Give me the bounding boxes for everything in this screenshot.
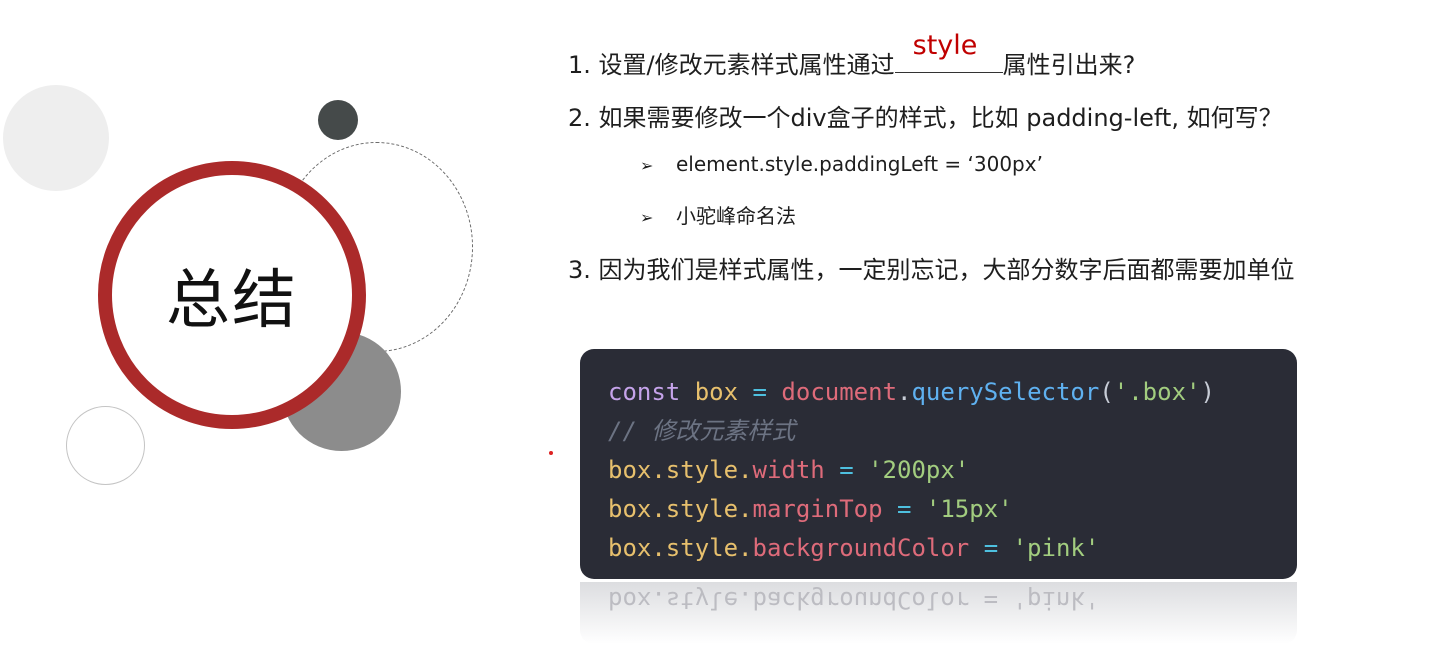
code-block-reflection: box.style.backgroundColor = 'pink' [580, 582, 1297, 644]
decorative-circle-outline [66, 406, 145, 485]
code-function: querySelector [911, 378, 1100, 406]
bullet-text: element.style.paddingLeft = ‘300px’ [676, 152, 1043, 176]
code-line: // 修改元素样式 [608, 412, 1297, 451]
code-operator: = [882, 495, 926, 523]
summary-ring: 总结 [98, 161, 366, 429]
code-property: backgroundColor [752, 534, 970, 562]
code-line: const box = document.querySelector('.box… [608, 373, 1297, 412]
question-1-suffix: 属性引出来? [1002, 51, 1136, 79]
decorative-circle-dark [318, 100, 358, 140]
bullet-item: ➢ 小驼峰命名法 [640, 200, 796, 229]
code-line: box.style.backgroundColor = 'pink' [608, 529, 1297, 568]
arrow-bullet-icon: ➢ [640, 156, 654, 175]
code-object: box.style. [608, 456, 753, 484]
question-2: 2. 如果需要修改一个div盒子的样式，比如 padding-left, 如何写… [568, 104, 1283, 132]
page-title: 总结 [166, 264, 298, 338]
code-operator: = [824, 456, 869, 484]
code-comment: // 修改元素样式 [608, 417, 796, 445]
answer-blank: style [894, 30, 1003, 73]
code-string: 'pink' [1012, 534, 1100, 562]
arrow-bullet-icon: ➢ [640, 208, 654, 227]
code-object: document [781, 378, 898, 406]
answer-text: style [912, 30, 978, 61]
code-line: box.style.width = '200px' [608, 451, 1297, 490]
code-punctuation: ) [1200, 378, 1215, 406]
code-object: box.style. [608, 534, 753, 562]
code-keyword: const [608, 378, 681, 406]
bullet-item: ➢ element.style.paddingLeft = ‘300px’ [640, 152, 1043, 176]
code-string: '200px' [868, 456, 970, 484]
question-1-prefix: 1. 设置/修改元素样式属性通过 [568, 51, 895, 79]
code-punctuation: . [897, 378, 912, 406]
reflection-text: box.style.backgroundColor = 'pink' [608, 586, 1100, 614]
code-operator: = [969, 534, 1013, 562]
code-variable: box [694, 378, 739, 406]
red-dot-marker [549, 451, 553, 455]
question-3: 3. 因为我们是样式属性，一定别忘记，大部分数字后面都需要加单位 [568, 256, 1295, 284]
decorative-circle-light [3, 85, 109, 191]
code-string: '.box' [1113, 378, 1201, 406]
question-1: 1. 设置/修改元素样式属性通过 style 属性引出来? [568, 30, 1136, 80]
code-string: '15px' [925, 495, 1013, 523]
code-property: marginTop [752, 495, 883, 523]
code-line: box.style.marginTop = '15px' [608, 490, 1297, 529]
code-operator: = [738, 378, 782, 406]
bullet-text: 小驼峰命名法 [676, 204, 796, 228]
code-punctuation: ( [1099, 378, 1114, 406]
code-object: box.style. [608, 495, 753, 523]
code-property: width [752, 456, 825, 484]
code-block: const box = document.querySelector('.box… [580, 349, 1297, 579]
